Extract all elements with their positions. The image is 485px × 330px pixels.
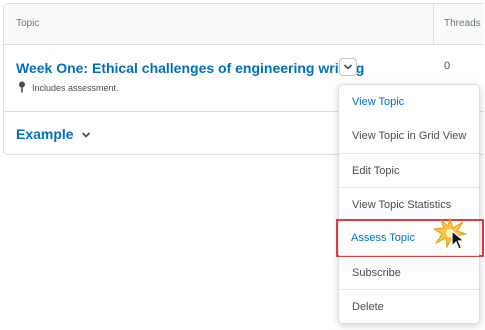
topic-context-menu: View Topic View Topic in Grid View Edit …	[336, 84, 484, 324]
category-link[interactable]: Example	[16, 126, 74, 142]
mouse-pointer-icon	[451, 230, 465, 250]
topic-context-menu-button[interactable]	[339, 58, 357, 76]
column-divider	[433, 4, 434, 44]
threads-count: 0	[444, 60, 451, 72]
menu-item-edit-topic[interactable]: Edit Topic	[339, 153, 479, 187]
pin-icon	[19, 81, 25, 93]
column-header-threads: Threads	[444, 18, 481, 29]
menu-item-delete[interactable]: Delete	[339, 289, 479, 323]
menu-item-view-topic-statistics[interactable]: View Topic Statistics	[339, 187, 479, 221]
topic-link[interactable]: Week One: Ethical challenges of engineer…	[16, 60, 364, 76]
assessment-note: Includes assessment.	[32, 83, 119, 93]
column-header-topic: Topic	[16, 18, 40, 29]
chevron-down-icon	[343, 64, 353, 70]
menu-item-view-topic-grid[interactable]: View Topic in Grid View	[339, 119, 479, 153]
menu-item-view-topic[interactable]: View Topic	[339, 85, 479, 119]
chevron-down-icon[interactable]	[81, 131, 91, 139]
menu-item-subscribe[interactable]: Subscribe	[339, 255, 479, 289]
table-header: Topic Threads	[4, 4, 484, 45]
